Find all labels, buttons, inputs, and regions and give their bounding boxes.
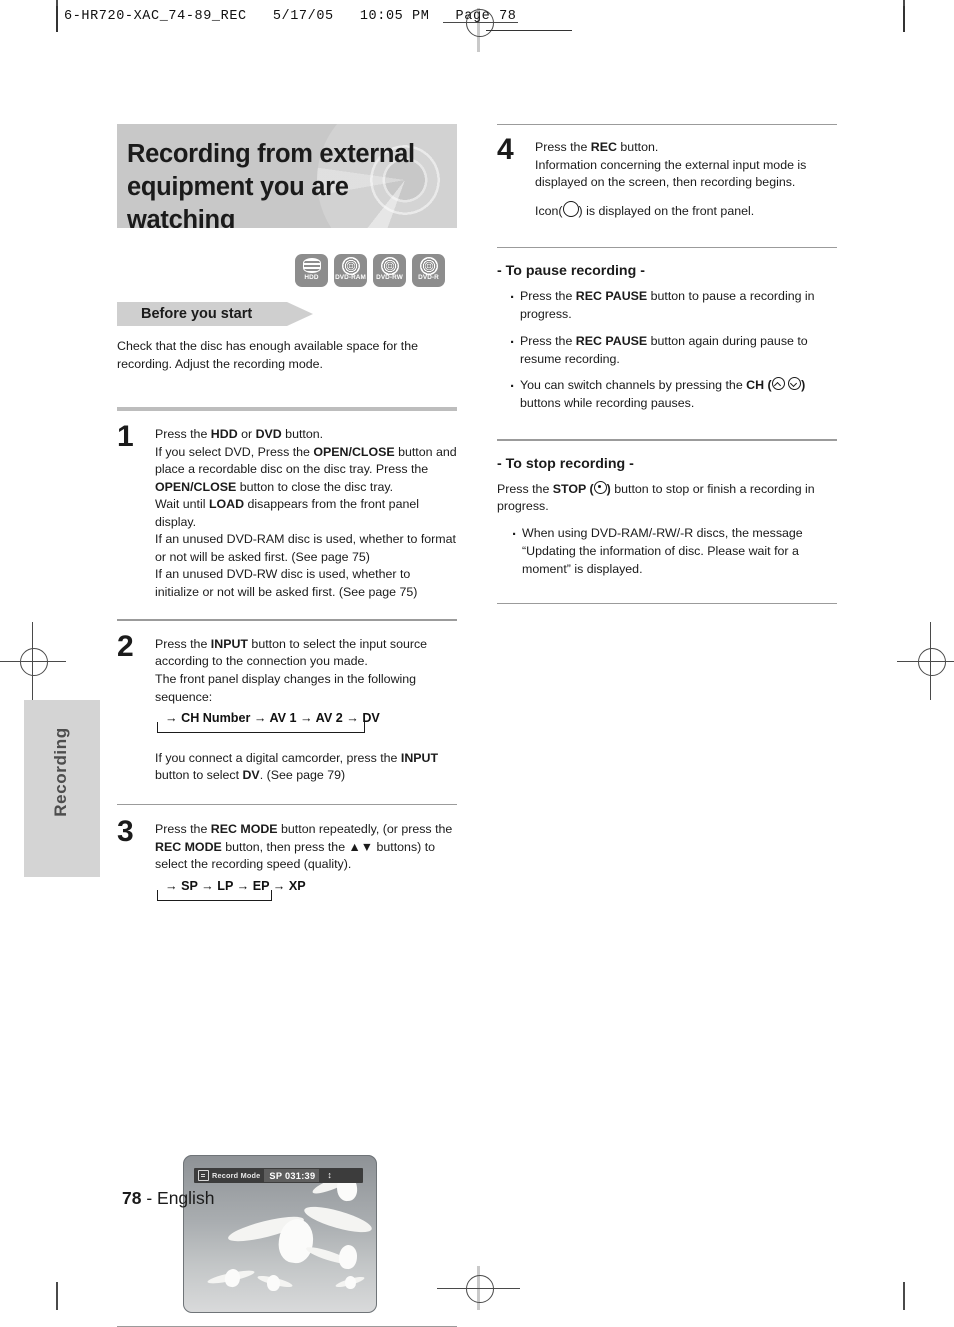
step-2: 2 Press the INPUT button to select the i… (117, 631, 457, 785)
step-1-line-5: If an unused DVD-RW disc is used, whethe… (155, 567, 418, 599)
left-column: Recording from external equipment you ar… (117, 124, 457, 1327)
dvd-ram-icon-label: DVD-RAM (335, 274, 366, 281)
step-2-line-1: Press the INPUT button to select the inp… (155, 636, 428, 669)
divider-above-step-4 (497, 124, 837, 126)
print-header-left-rule (56, 6, 58, 32)
stop-recording-bullets: When using DVD-RAM/-RW/-R discs, the mes… (497, 524, 837, 579)
before-you-start-ribbon: Before you start (117, 302, 313, 326)
step-1-line-2: If you select DVD, Press the OPEN/CLOSE … (155, 444, 457, 494)
step-1-line-1: Press the HDD or DVD button. (155, 427, 324, 441)
page-title-line1: Recording from external (127, 140, 415, 168)
pause-recording-section: - To pause recording - Press the REC PAU… (497, 263, 837, 413)
divider-above-pause-section (497, 246, 837, 248)
step-4-icon-suffix: ) is displayed on the front panel. (578, 204, 755, 219)
step-1-line-3: Wait until LOAD disappears from the fron… (155, 497, 419, 529)
seagull-5-icon (256, 1273, 297, 1295)
stop-recording-paragraph: Press the STOP () button to stop or fini… (497, 480, 837, 517)
print-header: 6-HR720-XAC_74-89_REC 5/17/05 10:05 PM P… (56, 6, 572, 32)
dvd-rw-icon-label: DVD-RW (376, 274, 403, 281)
chapter-side-tab: Recording (24, 700, 100, 877)
divider-above-step-2 (117, 619, 457, 621)
page-title-line2: equipment you are watching (127, 172, 349, 228)
before-you-start-section: Before you start Check that the disc has… (117, 302, 457, 374)
print-header-underline (486, 30, 572, 31)
step-1: 1 Press the HDD or DVD button. If you se… (117, 422, 457, 601)
page-footer: 78 - English (122, 1188, 214, 1209)
step-3-line-1: Press the REC MODE button repeatedly, (o… (155, 822, 453, 872)
right-column: 4 Press the REC button. Information conc… (497, 124, 837, 605)
pause-bullet-3: You can switch channels by pressing the … (509, 376, 837, 413)
stop-button-icon (593, 480, 607, 494)
footer-language: English (157, 1188, 215, 1208)
step-3: 3 Press the REC MODE button repeatedly, … (117, 817, 457, 907)
step-4-icon-prefix: Icon( (535, 204, 563, 219)
step-4-line-2: Information concerning the external inpu… (535, 157, 807, 190)
footer-separator: - (141, 1188, 158, 1208)
seagull-photo: Record Mode SP 031:39 ↕ (183, 1155, 377, 1313)
pause-recording-heading: - To pause recording - (497, 262, 645, 279)
step-3-number: 3 (117, 815, 134, 849)
record-mode-value: SP 031:39 (264, 1169, 320, 1182)
record-mode-osd-bar: Record Mode SP 031:39 ↕ (194, 1168, 363, 1183)
step-1-body: Press the HDD or DVD button. If you sele… (155, 426, 457, 601)
stop-recording-section: - To stop recording - Press the STOP () … (497, 456, 837, 579)
chapter-side-tab-label: Recording (51, 727, 70, 817)
stop-bullet-1: When using DVD-RAM/-RW/-R discs, the mes… (511, 524, 837, 579)
stop-recording-heading: - To stop recording - (497, 455, 634, 472)
up-down-arrow-icon[interactable]: ↕ (327, 1171, 332, 1180)
step-3-body: Press the REC MODE button repeatedly, (o… (155, 821, 457, 907)
step-4: 4 Press the REC button. Information conc… (497, 135, 837, 220)
seagull-3-icon (304, 1243, 377, 1273)
divider-below-stop-section (497, 602, 837, 605)
print-header-right-rule (903, 6, 905, 32)
pause-bullet-2: Press the REC PAUSE button again during … (509, 332, 837, 369)
dvd-ram-icon: DVD-RAM (334, 254, 367, 287)
channel-down-icon[interactable] (788, 377, 802, 391)
dvd-r-icon-label: DVD-R (418, 274, 439, 281)
record-mode-label: Record Mode (212, 1171, 261, 1180)
crop-mark-bottom-right-v (903, 1282, 905, 1310)
footer-page-number: 78 (122, 1188, 142, 1208)
divider-above-stop-section (497, 439, 837, 441)
step-2-after: If you connect a digital camcorder, pres… (155, 750, 439, 783)
dvd-rw-icon: DVD-RW (373, 254, 406, 287)
record-mode-disc-icon (198, 1170, 209, 1181)
step-3-sequence: → SP → LP → EP → XP (155, 878, 457, 908)
seagull-4-icon (206, 1267, 259, 1293)
pause-recording-bullets: Press the REC PAUSE button to pause a re… (497, 287, 837, 413)
title-banner: Recording from external equipment you ar… (117, 124, 457, 228)
dvd-r-icon: DVD-R (412, 254, 445, 287)
step-4-line-1: Press the REC button. (535, 140, 659, 155)
step-2-body: Press the INPUT button to select the inp… (155, 636, 457, 785)
print-header-text: 6-HR720-XAC_74-89_REC 5/17/05 10:05 PM P… (64, 9, 517, 24)
steps-left: 1 Press the HDD or DVD button. If you se… (117, 407, 457, 1327)
step-2-number: 2 (117, 629, 134, 663)
crop-mark-bottom-left-v (56, 1282, 58, 1310)
seagull-6-icon (334, 1274, 369, 1293)
screen-example-figure: Record Mode SP 031:39 ↕ (183, 1155, 377, 1313)
step-4-number: 4 (497, 133, 514, 167)
hdd-icon: HDD (295, 254, 328, 287)
hdd-icon-label: HDD (304, 274, 319, 281)
divider-above-step-3 (117, 803, 457, 806)
before-you-start-heading: Before you start (141, 305, 253, 322)
divider-above-step-1 (117, 407, 457, 411)
stop-paragraph-prefix: Press the STOP ( (497, 481, 594, 496)
step-1-number: 1 (117, 420, 134, 453)
step-2-line-2: The front panel display changes in the f… (155, 671, 417, 704)
step-2-sequence: → CH Number → AV 1 → AV 2 → DV (155, 710, 457, 740)
page-title: Recording from external equipment you ar… (127, 138, 457, 228)
channel-up-icon[interactable] (771, 377, 785, 391)
step-1-line-4: If an unused DVD-RAM disc is used, wheth… (155, 532, 456, 564)
step-4-icon-line: Icon( ) is displayed on the front panel. (535, 201, 837, 221)
disc-type-icon-row: HDD DVD-RAM DVD-RW DVD-R (295, 254, 445, 287)
pause-bullet-1: Press the REC PAUSE button to pause a re… (509, 287, 837, 324)
step-4-body: Press the REC button. Information concer… (535, 139, 837, 220)
before-you-start-text: Check that the disc has enough available… (117, 339, 419, 371)
record-circle-icon (562, 201, 579, 218)
